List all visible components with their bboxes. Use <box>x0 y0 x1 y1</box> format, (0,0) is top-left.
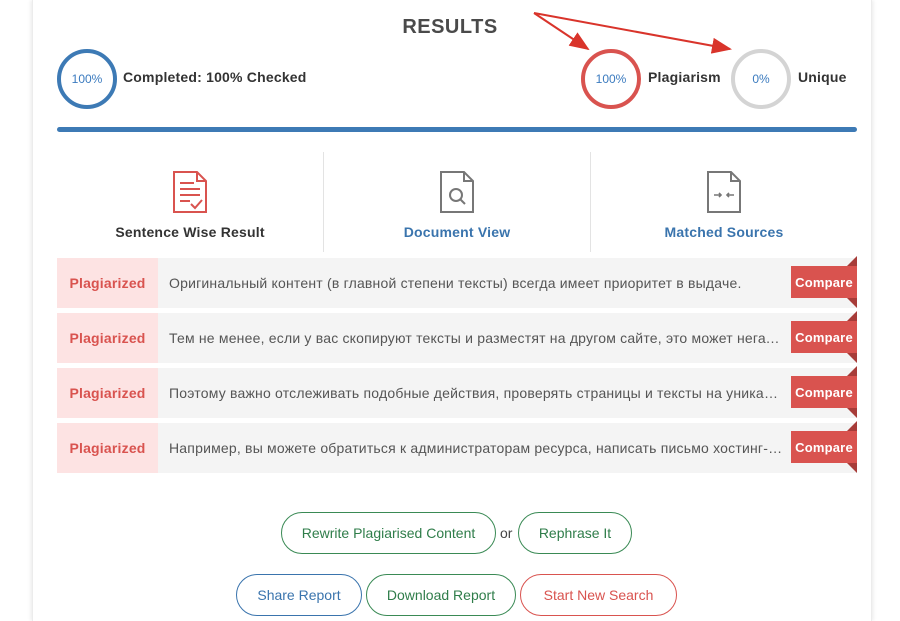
rewrite-plagiarised-content-button[interactable]: Rewrite Plagiarised Content <box>281 512 496 554</box>
sentence-text: Например, вы можете обратиться к админис… <box>169 440 791 456</box>
status-badge: Plagiarized <box>57 258 158 308</box>
download-report-button[interactable]: Download Report <box>366 574 516 616</box>
tab-document-label: Document View <box>403 224 511 240</box>
sentence-text: Тем не менее, если у вас скопируют текст… <box>169 330 791 346</box>
tab-sentence-label: Sentence Wise Result <box>115 224 265 240</box>
compare-button[interactable]: Compare <box>791 311 857 363</box>
list-item: Plagiarized Поэтому важно отслеживать по… <box>57 366 857 418</box>
compare-button[interactable]: Compare <box>791 256 857 308</box>
list-item: Plagiarized Оригинальный контент (в глав… <box>57 256 857 308</box>
tab-matched-label: Matched Sources <box>664 224 784 240</box>
or-separator: or <box>500 525 513 541</box>
sentence-text: Поэтому важно отслеживать подобные дейст… <box>169 385 791 401</box>
tab-sentence-wise-result[interactable]: Sentence Wise Result <box>57 152 323 252</box>
unique-circle: 0% <box>731 49 791 109</box>
results-list: Plagiarized Оригинальный контент (в глав… <box>57 256 857 478</box>
document-check-icon <box>172 170 208 214</box>
unique-value: 0% <box>752 72 770 86</box>
completed-label: Completed: 100% Checked <box>123 69 307 85</box>
sentence-text: Оригинальный контент (в главной степени … <box>169 275 742 291</box>
status-badge: Plagiarized <box>57 423 158 473</box>
result-tabs: Sentence Wise Result Document View Match… <box>57 152 857 252</box>
status-badge: Plagiarized <box>57 368 158 418</box>
tab-document-view[interactable]: Document View <box>323 152 590 252</box>
completed-value: 100% <box>71 72 103 86</box>
document-search-icon <box>439 170 475 214</box>
progress-bar <box>57 127 857 132</box>
page-title: RESULTS <box>402 16 498 38</box>
share-report-button[interactable]: Share Report <box>236 574 362 616</box>
progress-fill <box>57 127 857 132</box>
unique-label: Unique <box>798 69 847 85</box>
plagiarism-value: 100% <box>595 72 627 86</box>
list-item: Plagiarized Тем не менее, если у вас ско… <box>57 311 857 363</box>
list-item: Plagiarized Например, вы можете обратить… <box>57 421 857 473</box>
status-badge: Plagiarized <box>57 313 158 363</box>
rephrase-it-button[interactable]: Rephrase It <box>518 512 632 554</box>
compare-button[interactable]: Compare <box>791 421 857 473</box>
plagiarism-label: Plagiarism <box>648 69 721 85</box>
plagiarism-circle: 100% <box>581 49 641 109</box>
compare-button[interactable]: Compare <box>791 366 857 418</box>
completed-circle: 100% <box>57 49 117 109</box>
document-compare-icon <box>706 170 742 214</box>
start-new-search-button[interactable]: Start New Search <box>520 574 677 616</box>
tab-matched-sources[interactable]: Matched Sources <box>590 152 857 252</box>
